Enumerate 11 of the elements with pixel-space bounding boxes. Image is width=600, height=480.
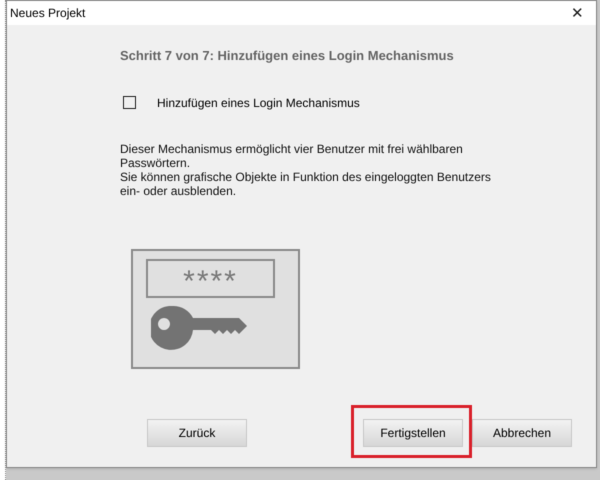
dialog-button[interactable]: Zurück [147, 419, 247, 447]
description-text: Dieser Mechanismus ermöglicht vier Benutzer mit frei wählbaren Passwörtern. Sie können grafische Objekte in Funktion des eingeloggten Benutzers ein- oder ausblenden. [120, 142, 492, 198]
dialog-button[interactable]: Abbrechen [472, 419, 572, 447]
password-mask: **** [183, 267, 238, 297]
step-heading: Schritt 7 von 7: Hinzufügen eines Login Mechanismus [120, 47, 455, 65]
login-checkbox[interactable] [123, 96, 136, 109]
key-icon [151, 306, 247, 350]
close-button[interactable]: ✕ [567, 6, 588, 20]
window-title: Neues Projekt [10, 5, 86, 22]
dialog-button[interactable]: Fertigstellen [363, 419, 463, 447]
checkbox-label[interactable]: Hinzufügen eines Login Mechanismus [157, 94, 360, 112]
